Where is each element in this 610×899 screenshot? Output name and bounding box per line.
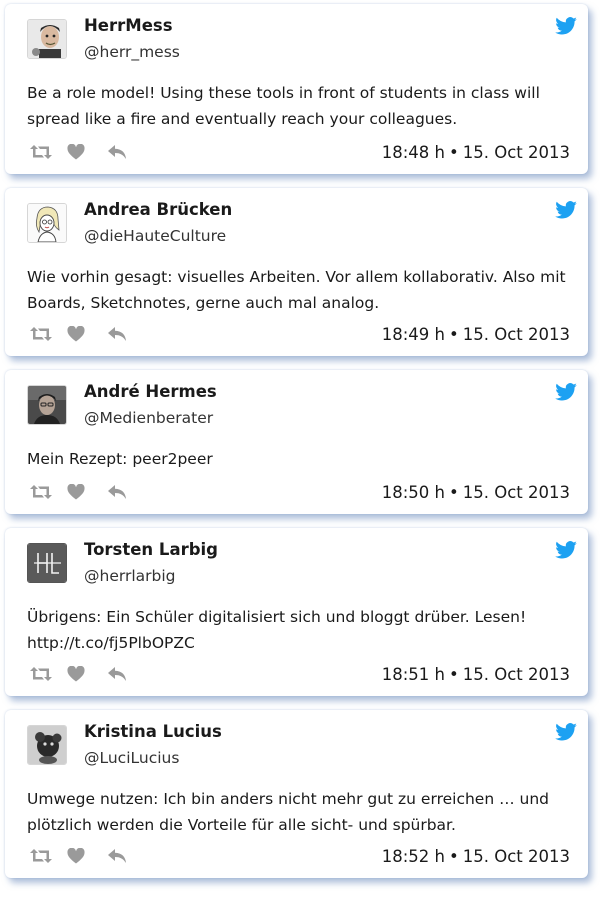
heart-icon[interactable]: [67, 326, 85, 342]
avatar[interactable]: [27, 543, 67, 583]
tweet-text: Be a role model! Using these tools in fr…: [27, 84, 540, 128]
avatar[interactable]: [27, 203, 67, 243]
reply-icon[interactable]: [107, 484, 127, 500]
tweet-text: Übrigens: Ein Schüler digitalisiert sich…: [27, 608, 527, 652]
tweet-text: Umwege nutzen: Ich bin anders nicht mehr…: [27, 790, 549, 834]
tweet-text: Mein Rezept: peer2peer: [27, 450, 213, 468]
twitter-bird-icon[interactable]: [555, 17, 577, 35]
author-handle[interactable]: @herrlarbig: [84, 567, 176, 585]
author-handle[interactable]: @LuciLucius: [84, 749, 179, 767]
heart-icon[interactable]: [67, 144, 85, 160]
tweet-feed: HerrMess @herr_mess Be a role model! Usi…: [0, 0, 610, 899]
retweet-icon[interactable]: [29, 666, 53, 682]
author-handle[interactable]: @dieHauteCulture: [84, 227, 226, 245]
tweet-time: 18:49 h: [381, 325, 446, 344]
tweet-timestamp[interactable]: 18:51 h • 15. Oct 2013: [382, 665, 570, 684]
tweet-actions: [29, 326, 127, 342]
tweet-card: Andrea Brücken @dieHauteCulture Wie vorh…: [5, 188, 588, 356]
tweet-actions: [29, 666, 127, 682]
tweet-card: André Hermes @Medienberater Mein Rezept:…: [5, 370, 588, 514]
twitter-bird-icon[interactable]: [555, 723, 577, 741]
twitter-bird-icon[interactable]: [555, 383, 577, 401]
avatar[interactable]: [27, 385, 67, 425]
tweet-date: 15. Oct 2013: [462, 325, 570, 344]
tweet-actions: [29, 484, 127, 500]
heart-icon[interactable]: [67, 484, 85, 500]
author-name[interactable]: Torsten Larbig: [84, 540, 218, 559]
tweet-actions: [29, 144, 127, 160]
tweet-actions: [29, 848, 127, 864]
timestamp-separator: •: [449, 847, 459, 866]
photo-man-avatar-icon: [28, 386, 66, 424]
tweet-time: 18:52 h: [381, 847, 446, 866]
tweet-card: Kristina Lucius @LuciLucius Umwege nutze…: [5, 710, 588, 878]
twitter-bird-icon[interactable]: [555, 201, 577, 219]
heart-icon[interactable]: [67, 666, 85, 682]
timestamp-separator: •: [449, 143, 459, 162]
tweet-time: 18:51 h: [381, 665, 446, 684]
timestamp-separator: •: [449, 483, 459, 502]
tweet-date: 15. Oct 2013: [462, 665, 570, 684]
tweet-timestamp[interactable]: 18:49 h • 15. Oct 2013: [382, 325, 570, 344]
retweet-icon[interactable]: [29, 326, 53, 342]
timestamp-separator: •: [449, 325, 459, 344]
sketch-woman-avatar-icon: [28, 204, 66, 242]
retweet-icon[interactable]: [29, 484, 53, 500]
author-handle[interactable]: @Medienberater: [84, 409, 213, 427]
author-name[interactable]: André Hermes: [84, 382, 217, 401]
reply-icon[interactable]: [107, 666, 127, 682]
tweet-time: 18:50 h: [381, 483, 446, 502]
tweet-timestamp[interactable]: 18:50 h • 15. Oct 2013: [382, 483, 570, 502]
author-name[interactable]: Andrea Brücken: [84, 200, 232, 219]
reply-icon[interactable]: [107, 144, 127, 160]
retweet-icon[interactable]: [29, 144, 53, 160]
avatar[interactable]: [27, 19, 67, 59]
tweet-text: Wie vorhin gesagt: visuelles Arbeiten. V…: [27, 268, 566, 312]
toy-figure-avatar-icon: [28, 726, 66, 764]
author-name[interactable]: Kristina Lucius: [84, 722, 222, 741]
twitter-bird-icon[interactable]: [555, 541, 577, 559]
monogram-avatar-icon: [28, 544, 66, 582]
tweet-time: 18:48 h: [381, 143, 446, 162]
timestamp-separator: •: [449, 665, 459, 684]
tweet-date: 15. Oct 2013: [462, 847, 570, 866]
tweet-date: 15. Oct 2013: [462, 483, 570, 502]
retweet-icon[interactable]: [29, 848, 53, 864]
tweet-timestamp[interactable]: 18:48 h • 15. Oct 2013: [382, 143, 570, 162]
reply-icon[interactable]: [107, 848, 127, 864]
heart-icon[interactable]: [67, 848, 85, 864]
tweet-card: Torsten Larbig @herrlarbig Übrigens: Ein…: [5, 528, 588, 696]
author-handle[interactable]: @herr_mess: [84, 43, 180, 61]
author-name[interactable]: HerrMess: [84, 16, 173, 35]
tweet-card: HerrMess @herr_mess Be a role model! Usi…: [5, 4, 588, 174]
tweet-date: 15. Oct 2013: [462, 143, 570, 162]
reply-icon[interactable]: [107, 326, 127, 342]
tweet-timestamp[interactable]: 18:52 h • 15. Oct 2013: [382, 847, 570, 866]
cartoon-man-avatar-icon: [28, 20, 66, 58]
avatar[interactable]: [27, 725, 67, 765]
